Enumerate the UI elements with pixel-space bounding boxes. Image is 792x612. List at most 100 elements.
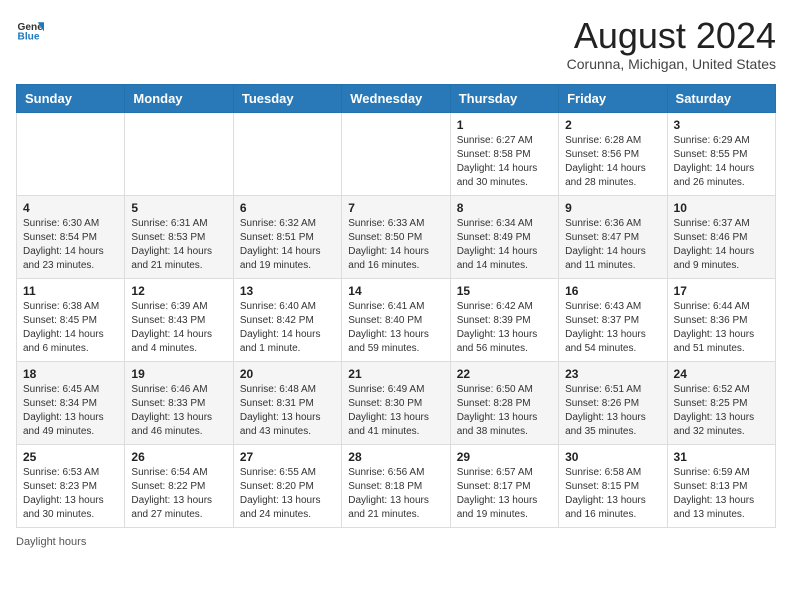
day-info: Sunrise: 6:33 AM Sunset: 8:50 PM Dayligh… xyxy=(348,217,443,273)
day-info: Sunrise: 6:48 AM Sunset: 8:31 PM Dayligh… xyxy=(240,383,335,439)
calendar-cell: 2 Sunrise: 6:28 AM Sunset: 8:56 PM Daylig… xyxy=(559,112,667,195)
calendar-week-1: 1Sunrise: 6:27 AM Sunset: 8:58 PM Daylig… xyxy=(17,112,776,195)
calendar-cell: 4 Sunrise: 6:30 AM Sunset: 8:54 PM Daylig… xyxy=(17,195,125,278)
day-number: 2 xyxy=(565,118,660,132)
weekday-header-friday: Friday xyxy=(559,84,667,112)
title-block: August 2024 Corunna, Michigan, United St… xyxy=(567,16,776,72)
day-info: Sunrise: 6:30 AM Sunset: 8:54 PM Dayligh… xyxy=(23,217,118,273)
day-info: Sunrise: 6:58 AM Sunset: 8:15 PM Dayligh… xyxy=(565,466,660,522)
calendar-cell: 3 Sunrise: 6:29 AM Sunset: 8:55 PM Daylig… xyxy=(667,112,775,195)
calendar-cell: 30 Sunrise: 6:58 AM Sunset: 8:15 PM Dayli… xyxy=(559,444,667,527)
day-info: Sunrise: 6:39 AM Sunset: 8:43 PM Dayligh… xyxy=(131,300,226,356)
day-number: 18 xyxy=(23,367,118,381)
day-number: 13 xyxy=(240,284,335,298)
logo: General Blue xyxy=(16,16,44,44)
day-number: 27 xyxy=(240,450,335,464)
calendar-cell: 5 Sunrise: 6:31 AM Sunset: 8:53 PM Daylig… xyxy=(125,195,233,278)
day-info: Sunrise: 6:34 AM Sunset: 8:49 PM Dayligh… xyxy=(457,217,552,273)
calendar-cell: 29 Sunrise: 6:57 AM Sunset: 8:17 PM Dayli… xyxy=(450,444,558,527)
weekday-header-tuesday: Tuesday xyxy=(233,84,341,112)
calendar-cell: 9Sunrise: 6:36 AM Sunset: 8:47 PM Daylig… xyxy=(559,195,667,278)
weekday-header-sunday: Sunday xyxy=(17,84,125,112)
day-info: Sunrise: 6:59 AM Sunset: 8:13 PM Dayligh… xyxy=(674,466,769,522)
day-info: Sunrise: 6:42 AM Sunset: 8:39 PM Dayligh… xyxy=(457,300,552,356)
logo-icon: General Blue xyxy=(16,16,44,44)
day-info: Sunrise: 6:32 AM Sunset: 8:51 PM Dayligh… xyxy=(240,217,335,273)
weekday-header-monday: Monday xyxy=(125,84,233,112)
calendar-cell: 6 Sunrise: 6:32 AM Sunset: 8:51 PM Daylig… xyxy=(233,195,341,278)
month-year: August 2024 xyxy=(567,16,776,56)
day-number: 9 xyxy=(565,201,660,215)
day-info: Sunrise: 6:54 AM Sunset: 8:22 PM Dayligh… xyxy=(131,466,226,522)
day-number: 3 xyxy=(674,118,769,132)
day-number: 23 xyxy=(565,367,660,381)
day-info: Sunrise: 6:37 AM Sunset: 8:46 PM Dayligh… xyxy=(674,217,769,273)
calendar-cell: 8 Sunrise: 6:34 AM Sunset: 8:49 PM Daylig… xyxy=(450,195,558,278)
calendar-cell: 12 Sunrise: 6:39 AM Sunset: 8:43 PM Dayli… xyxy=(125,278,233,361)
day-info: Sunrise: 6:55 AM Sunset: 8:20 PM Dayligh… xyxy=(240,466,335,522)
day-number: 29 xyxy=(457,450,552,464)
day-number: 22 xyxy=(457,367,552,381)
daylight-label: Daylight hours xyxy=(16,536,86,548)
calendar-cell: 27 Sunrise: 6:55 AM Sunset: 8:20 PM Dayli… xyxy=(233,444,341,527)
day-number: 12 xyxy=(131,284,226,298)
day-info: Sunrise: 6:41 AM Sunset: 8:40 PM Dayligh… xyxy=(348,300,443,356)
calendar-cell: 14 Sunrise: 6:41 AM Sunset: 8:40 PM Dayli… xyxy=(342,278,450,361)
day-info: Sunrise: 6:49 AM Sunset: 8:30 PM Dayligh… xyxy=(348,383,443,439)
calendar-cell: 11 Sunrise: 6:38 AM Sunset: 8:45 PM Dayli… xyxy=(17,278,125,361)
day-info: Sunrise: 6:45 AM Sunset: 8:34 PM Dayligh… xyxy=(23,383,118,439)
weekday-header-row: SundayMondayTuesdayWednesdayThursdayFrid… xyxy=(17,84,776,112)
calendar-week-4: 18 Sunrise: 6:45 AM Sunset: 8:34 PM Dayli… xyxy=(17,361,776,444)
day-number: 26 xyxy=(131,450,226,464)
calendar-cell: 19Sunrise: 6:46 AM Sunset: 8:33 PM Dayli… xyxy=(125,361,233,444)
calendar-cell: 13Sunrise: 6:40 AM Sunset: 8:42 PM Dayli… xyxy=(233,278,341,361)
calendar-cell xyxy=(342,112,450,195)
calendar-cell: 28Sunrise: 6:56 AM Sunset: 8:18 PM Dayli… xyxy=(342,444,450,527)
day-info: Sunrise: 6:43 AM Sunset: 8:37 PM Dayligh… xyxy=(565,300,660,356)
day-number: 15 xyxy=(457,284,552,298)
day-number: 6 xyxy=(240,201,335,215)
day-info: Sunrise: 6:57 AM Sunset: 8:17 PM Dayligh… xyxy=(457,466,552,522)
calendar-cell: 10Sunrise: 6:37 AM Sunset: 8:46 PM Dayli… xyxy=(667,195,775,278)
day-info: Sunrise: 6:31 AM Sunset: 8:53 PM Dayligh… xyxy=(131,217,226,273)
calendar-cell: 25 Sunrise: 6:53 AM Sunset: 8:23 PM Dayli… xyxy=(17,444,125,527)
day-number: 30 xyxy=(565,450,660,464)
day-number: 16 xyxy=(565,284,660,298)
day-number: 5 xyxy=(131,201,226,215)
calendar-cell: 16 Sunrise: 6:43 AM Sunset: 8:37 PM Dayli… xyxy=(559,278,667,361)
day-number: 25 xyxy=(23,450,118,464)
day-info: Sunrise: 6:28 AM Sunset: 8:56 PM Dayligh… xyxy=(565,134,660,190)
day-info: Sunrise: 6:44 AM Sunset: 8:36 PM Dayligh… xyxy=(674,300,769,356)
day-number: 24 xyxy=(674,367,769,381)
calendar-table: SundayMondayTuesdayWednesdayThursdayFrid… xyxy=(16,84,776,528)
calendar-cell: 20 Sunrise: 6:48 AM Sunset: 8:31 PM Dayli… xyxy=(233,361,341,444)
day-info: Sunrise: 6:52 AM Sunset: 8:25 PM Dayligh… xyxy=(674,383,769,439)
calendar-cell: 17 Sunrise: 6:44 AM Sunset: 8:36 PM Dayli… xyxy=(667,278,775,361)
day-number: 17 xyxy=(674,284,769,298)
day-info: Sunrise: 6:38 AM Sunset: 8:45 PM Dayligh… xyxy=(23,300,118,356)
calendar-cell: 24 Sunrise: 6:52 AM Sunset: 8:25 PM Dayli… xyxy=(667,361,775,444)
day-info: Sunrise: 6:29 AM Sunset: 8:55 PM Dayligh… xyxy=(674,134,769,190)
day-number: 14 xyxy=(348,284,443,298)
footer-note: Daylight hours xyxy=(16,536,776,548)
calendar-week-5: 25 Sunrise: 6:53 AM Sunset: 8:23 PM Dayli… xyxy=(17,444,776,527)
day-number: 20 xyxy=(240,367,335,381)
calendar-cell xyxy=(17,112,125,195)
weekday-header-thursday: Thursday xyxy=(450,84,558,112)
day-number: 11 xyxy=(23,284,118,298)
calendar-cell: 7Sunrise: 6:33 AM Sunset: 8:50 PM Daylig… xyxy=(342,195,450,278)
calendar-cell: 21Sunrise: 6:49 AM Sunset: 8:30 PM Dayli… xyxy=(342,361,450,444)
day-info: Sunrise: 6:53 AM Sunset: 8:23 PM Dayligh… xyxy=(23,466,118,522)
calendar-cell: 31 Sunrise: 6:59 AM Sunset: 8:13 PM Dayli… xyxy=(667,444,775,527)
day-number: 4 xyxy=(23,201,118,215)
day-info: Sunrise: 6:50 AM Sunset: 8:28 PM Dayligh… xyxy=(457,383,552,439)
day-number: 8 xyxy=(457,201,552,215)
calendar-cell xyxy=(233,112,341,195)
calendar-cell: 26 Sunrise: 6:54 AM Sunset: 8:22 PM Dayli… xyxy=(125,444,233,527)
calendar-cell: 18 Sunrise: 6:45 AM Sunset: 8:34 PM Dayli… xyxy=(17,361,125,444)
day-number: 1 xyxy=(457,118,552,132)
day-number: 31 xyxy=(674,450,769,464)
location: Corunna, Michigan, United States xyxy=(567,56,776,72)
calendar-week-2: 4 Sunrise: 6:30 AM Sunset: 8:54 PM Daylig… xyxy=(17,195,776,278)
svg-text:Blue: Blue xyxy=(18,31,40,42)
